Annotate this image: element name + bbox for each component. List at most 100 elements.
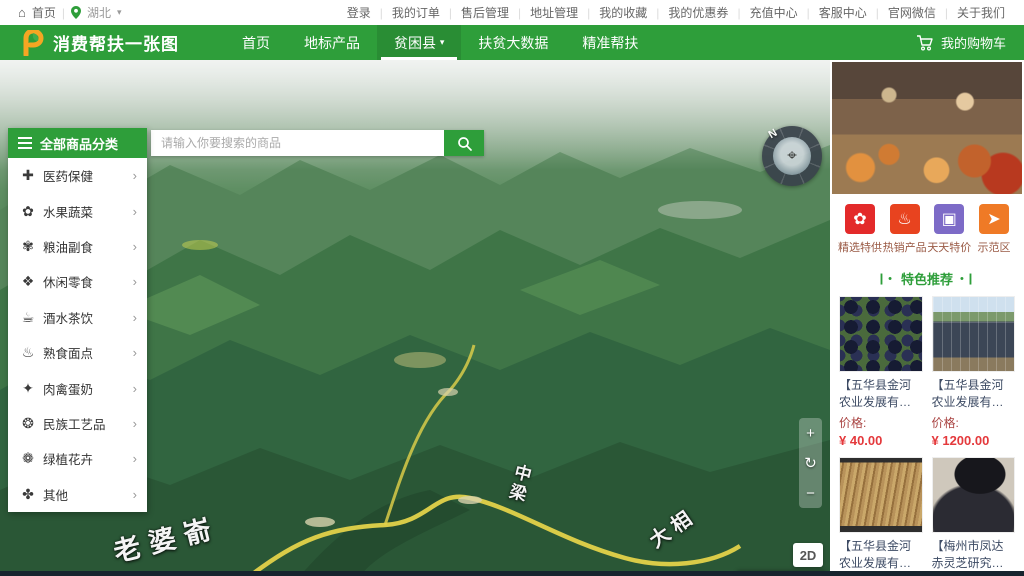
- section-deco-right: •❙: [960, 272, 977, 285]
- search-button[interactable]: [444, 130, 484, 156]
- brand-logo-icon: [20, 30, 44, 56]
- favorites-link[interactable]: 我的收藏: [590, 4, 656, 21]
- nav-item-landmark-products[interactable]: 地标产品: [287, 25, 377, 60]
- login-link[interactable]: 登录: [338, 4, 380, 21]
- chevron-right-icon: ›: [133, 204, 137, 219]
- my-orders-link[interactable]: 我的订单: [383, 4, 449, 21]
- reset-view-button[interactable]: ↻: [799, 448, 822, 478]
- quick-link-hot-products[interactable]: ♨ 热销产品: [883, 204, 927, 255]
- product-card[interactable]: 【五华县金河农业发展有… 价格: ¥ 50.00: [839, 457, 923, 576]
- quick-link-label: 精选特供: [838, 239, 882, 255]
- about-us-link[interactable]: 关于我们: [948, 4, 1014, 21]
- meat-egg-milk-icon: ✦: [18, 380, 38, 397]
- category-list: ✚医药保健› ✿水果蔬菜› ✾粮油副食› ❖休闲零食› ☕酒水茶饮› ♨熟食面点…: [8, 158, 147, 512]
- top-utility-bar: ⌂ 首页 | 湖北 ▾ 登录| 我的订单| 售后管理| 地址管理| 我的收藏| …: [0, 0, 1024, 25]
- location-pin-icon: [71, 6, 81, 19]
- poultry-farm-photo[interactable]: [832, 62, 1022, 194]
- category-fruit-vegetable[interactable]: ✿水果蔬菜›: [8, 193, 147, 228]
- wechat-link[interactable]: 官网微信: [879, 4, 945, 21]
- category-drinks-tea[interactable]: ☕酒水茶饮›: [8, 300, 147, 335]
- nav-item-targeted-assistance[interactable]: 精准帮扶: [565, 25, 655, 60]
- product-price: ¥ 1200.00: [932, 433, 1016, 448]
- recharge-center-link[interactable]: 充值中心: [741, 4, 807, 21]
- drink-tea-icon: ☕: [18, 309, 38, 326]
- topbar-links: 登录| 我的订单| 售后管理| 地址管理| 我的收藏| 我的优惠券| 充值中心|…: [338, 4, 1014, 21]
- product-card[interactable]: 【梅州市凤达赤灵芝研究… 价格: ¥ 499.00: [932, 457, 1016, 576]
- chevron-right-icon: ›: [133, 451, 137, 466]
- product-title: 【五华县金河农业发展有…: [839, 377, 923, 411]
- chevron-right-icon: ›: [133, 239, 137, 254]
- quick-link-demo-zone[interactable]: ➤ 示范区: [972, 204, 1016, 255]
- price-label: 价格:: [839, 414, 923, 431]
- coupons-link[interactable]: 我的优惠券: [659, 4, 737, 21]
- quick-link-label: 天天特价: [927, 239, 971, 255]
- section-deco-left: ❙•: [877, 272, 894, 285]
- brand[interactable]: 消费帮扶一张图: [20, 30, 179, 56]
- nav-menu: 首页 地标产品 贫困县 ▾ 扶贫大数据 精准帮扶: [225, 25, 655, 60]
- quick-link-daily-deals[interactable]: ▣ 天天特价: [927, 204, 971, 255]
- chevron-right-icon: ›: [133, 168, 137, 183]
- product-grid: 【五华县金河农业发展有… 价格: ¥ 40.00 【五华县金河农业发展有… 价格…: [830, 296, 1024, 576]
- featured-section-header: ❙• 特色推荐 •❙: [830, 269, 1024, 288]
- fruit-vegetable-icon: ✿: [18, 203, 38, 220]
- product-search: [151, 130, 484, 156]
- product-card[interactable]: 【五华县金河农业发展有… 价格: ¥ 40.00: [839, 296, 923, 448]
- all-categories-label: 全部商品分类: [40, 134, 118, 153]
- medicine-icon: ✚: [18, 167, 38, 184]
- chevron-right-icon: ›: [133, 310, 137, 325]
- bottom-edge-strip: [0, 571, 1024, 576]
- zoom-controls: + ↻ −: [799, 418, 822, 508]
- category-meat-egg-milk[interactable]: ✦肉禽蛋奶›: [8, 370, 147, 405]
- category-grain-oil[interactable]: ✾粮油副食›: [8, 229, 147, 264]
- product-card[interactable]: 【五华县金河农业发展有… 价格: ¥ 1200.00: [932, 296, 1016, 448]
- compass-control[interactable]: N ⌖: [762, 126, 822, 186]
- zoom-out-button[interactable]: −: [799, 478, 822, 508]
- zoom-in-button[interactable]: +: [799, 418, 822, 448]
- quick-link-label: 示范区: [977, 239, 1010, 255]
- quick-links: ✿ 精选特供 ♨ 热销产品 ▣ 天天特价 ➤ 示范区: [830, 196, 1024, 259]
- terrain-map[interactable]: 老婆嵛 中梁 大相 全部商品分类 ✚医药保健› ✿水果蔬菜› ✾粮油副食›: [0, 60, 830, 576]
- product-image-blueberries: [839, 296, 923, 372]
- nav-item-poverty-bigdata[interactable]: 扶贫大数据: [461, 25, 565, 60]
- location-selector[interactable]: 湖北: [87, 4, 111, 21]
- product-title: 【梅州市凤达赤灵芝研究…: [932, 538, 1016, 572]
- cart-button[interactable]: 我的购物车: [916, 33, 1006, 52]
- demo-zone-icon: ➤: [979, 204, 1009, 234]
- snack-icon: ❖: [18, 273, 38, 290]
- hamburger-icon: [18, 137, 32, 149]
- product-image-greenhouse: [932, 296, 1016, 372]
- product-image-ganoderma: [932, 457, 1016, 533]
- after-sales-link[interactable]: 售后管理: [452, 4, 518, 21]
- product-price: ¥ 40.00: [839, 433, 923, 448]
- category-other[interactable]: ✤其他›: [8, 477, 147, 512]
- quick-link-label: 热销产品: [883, 239, 927, 255]
- search-input[interactable]: [151, 130, 444, 156]
- category-ethnic-crafts[interactable]: ❂民族工艺品›: [8, 406, 147, 441]
- mode-2d-button[interactable]: 2D: [793, 543, 823, 567]
- daily-deals-icon: ▣: [934, 204, 964, 234]
- chevron-right-icon: ›: [133, 274, 137, 289]
- divider: |: [62, 6, 65, 20]
- category-cooked-food[interactable]: ♨熟食面点›: [8, 335, 147, 370]
- service-center-link[interactable]: 客服中心: [810, 4, 876, 21]
- app-root: ⌂ 首页 | 湖北 ▾ 登录| 我的订单| 售后管理| 地址管理| 我的收藏| …: [0, 0, 1024, 576]
- category-sidebar: 全部商品分类 ✚医药保健› ✿水果蔬菜› ✾粮油副食› ❖休闲零食› ☕酒水茶饮…: [8, 128, 147, 512]
- featured-supply-icon: ✿: [845, 204, 875, 234]
- main-navbar: 消费帮扶一张图 首页 地标产品 贫困县 ▾ 扶贫大数据 精准帮扶 我的购物车: [0, 25, 1024, 60]
- all-categories-header[interactable]: 全部商品分类: [8, 128, 147, 158]
- brand-title: 消费帮扶一张图: [53, 30, 179, 55]
- product-title: 【五华县金河农业发展有…: [839, 538, 923, 572]
- grain-oil-icon: ✾: [18, 238, 38, 255]
- nav-item-home[interactable]: 首页: [225, 25, 287, 60]
- home-link[interactable]: 首页: [32, 4, 56, 21]
- chevron-right-icon: ›: [133, 416, 137, 431]
- nav-item-poor-counties[interactable]: 贫困县 ▾: [377, 25, 461, 60]
- cart-icon: [916, 35, 934, 51]
- compass-gimbal-icon[interactable]: ⌖: [773, 137, 811, 175]
- category-medicine[interactable]: ✚医药保健›: [8, 158, 147, 193]
- category-plants-flowers[interactable]: ❁绿植花卉›: [8, 441, 147, 476]
- quick-link-featured-supply[interactable]: ✿ 精选特供: [838, 204, 882, 255]
- address-mgmt-link[interactable]: 地址管理: [521, 4, 587, 21]
- category-snacks[interactable]: ❖休闲零食›: [8, 264, 147, 299]
- cooked-food-icon: ♨: [18, 344, 38, 361]
